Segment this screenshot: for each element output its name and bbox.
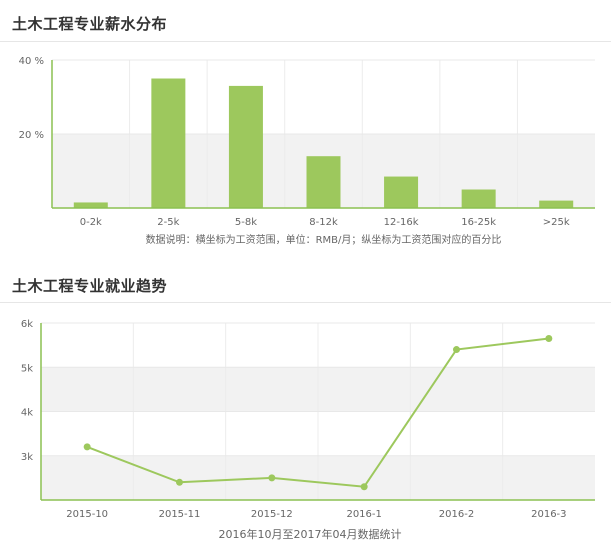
bar-12-16k <box>384 176 419 208</box>
line-x-tick-label: 2015-12 <box>251 509 293 520</box>
salary-chart-title: 土木工程专业薪水分布 <box>12 15 168 33</box>
trend-point-2015-11 <box>176 478 183 486</box>
bar-x-tick-label: 2-5k <box>157 217 179 228</box>
trend-point-2016-1 <box>360 483 368 491</box>
trend-chart-caption: 2016年10月至2017年04月数据统计 <box>219 527 402 541</box>
bar-x-tick-label: 12-16k <box>384 217 419 228</box>
trend-point-2016-2 <box>453 346 460 354</box>
trend-point-2015-10 <box>83 443 91 451</box>
line-y-tick-label: 4k <box>21 408 33 419</box>
line-x-tick-label: 2016-1 <box>346 509 381 520</box>
bar-x-tick-label: 0-2k <box>80 217 102 228</box>
salary-bar-chart: 20 % 40 % 0-2k 2-5k 5-8k 8-12k 12-16k 16-25k >25… <box>19 56 595 246</box>
bar-16-25k <box>461 189 496 208</box>
line-y-tick-label: 3k <box>21 452 33 463</box>
trend-point-2015-12 <box>268 474 276 482</box>
trend-point-2016-3 <box>545 334 553 342</box>
line-x-tick-label: 2016-3 <box>531 509 566 520</box>
bar-y-tick-label: 20 % <box>19 130 44 141</box>
bar->25k <box>539 200 574 208</box>
bar-5-8k <box>228 85 263 208</box>
bar-x-tick-label: 5-8k <box>235 217 257 228</box>
bar-x-tick-label: 16-25k <box>461 217 496 228</box>
line-y-tick-label: 6k <box>21 319 33 330</box>
bar-8-12k <box>306 156 341 208</box>
line-x-tick-label: 2016-2 <box>439 509 474 520</box>
trend-line-chart: 3k 4k 5k 6k 2015-10 2015-11 2015-12 2016-1 2016-… <box>21 319 595 541</box>
line-x-tick-label: 2015-10 <box>66 509 108 520</box>
bar-0-2k <box>73 202 108 208</box>
trend-chart-title: 土木工程专业就业趋势 <box>12 277 168 295</box>
bar-x-tick-label: 8-12k <box>309 217 338 228</box>
line-x-tick-label: 2015-11 <box>159 509 201 520</box>
line-y-tick-label: 5k <box>21 363 33 374</box>
salary-chart-note: 数据说明：横坐标为工资范围，单位：RMB/月；纵坐标为工资范围对应的百分比 <box>146 233 502 246</box>
bar-x-tick-label: >25k <box>543 217 570 228</box>
bar-y-tick-label: 40 % <box>19 56 44 67</box>
bar-2-5k <box>151 78 186 208</box>
